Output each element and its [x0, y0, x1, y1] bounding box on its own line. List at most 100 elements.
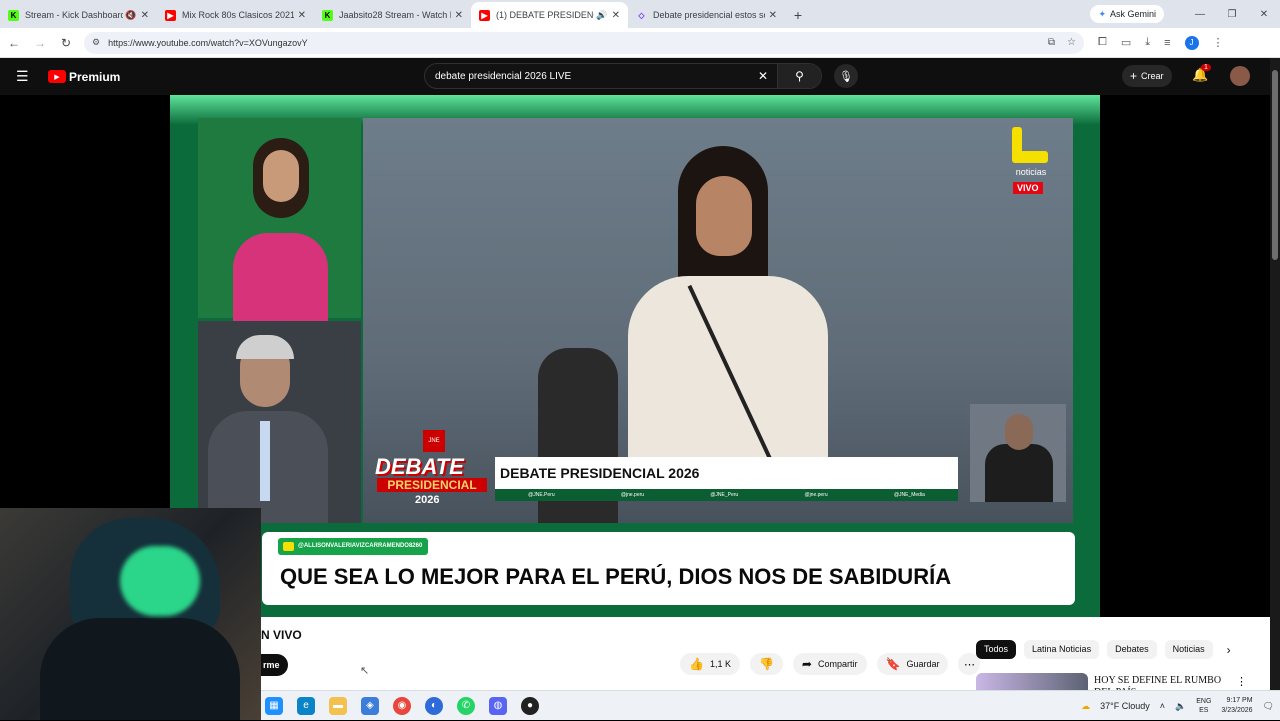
chip-all[interactable]: Todos	[976, 640, 1017, 659]
menu-kebab-icon[interactable]: ⋮	[1213, 36, 1224, 49]
speaker-icon[interactable]: 🔈	[1175, 701, 1186, 712]
create-button[interactable]: + Crear	[1122, 65, 1172, 87]
muted-speaker-icon[interactable]: 🔇	[125, 10, 136, 21]
close-tab-icon[interactable]: ✕	[769, 10, 777, 21]
debate-logo-line3: 2026	[415, 494, 440, 506]
debate-logo: JNE DEBATE PRESIDENCIAL 2026	[375, 428, 490, 508]
forward-arrow-icon[interactable]: →	[28, 31, 52, 55]
cast-icon[interactable]: ⧉	[1048, 37, 1055, 48]
profile-avatar[interactable]: J	[1184, 35, 1199, 50]
youtube-icon	[283, 542, 294, 551]
chevron-up-icon[interactable]: ˄	[1160, 701, 1165, 711]
browser-tab[interactable]: ▶ Mix Rock 80s Clasicos 2021 dj d ✕	[157, 2, 314, 28]
latina-noticias-logo: noticias VIVO	[1008, 127, 1054, 199]
ask-gemini-button[interactable]: ✦ Ask Gemini	[1090, 5, 1164, 23]
save-button[interactable]: 🔖 Guardar	[876, 653, 949, 675]
gemini-sparkle-icon: ✦	[1098, 8, 1106, 19]
close-tab-icon[interactable]: ✕	[141, 10, 149, 21]
language-indicator[interactable]: ENG ES	[1196, 697, 1211, 715]
new-tab-button[interactable]: +	[785, 2, 811, 28]
browser-tab-active[interactable]: ▶ (1) DEBATE PRESIDENCIAL 🔊 ✕	[471, 2, 628, 28]
dislike-button[interactable]: 👎	[749, 653, 783, 675]
chevron-right-icon[interactable]: ›	[1227, 643, 1231, 657]
search-icon: ⚲	[795, 69, 804, 83]
youtube-brand-label: Premium	[69, 69, 121, 84]
headphones	[120, 546, 200, 616]
social-handle: @JNE.Peru	[528, 492, 555, 498]
like-button[interactable]: 👍 1,1 K	[680, 653, 740, 675]
network-logo-text: noticias	[1015, 167, 1047, 177]
start-icon[interactable]: ▦	[265, 696, 283, 715]
extensions-icon[interactable]: ⧠	[1098, 36, 1107, 49]
close-tab-icon[interactable]: ✕	[455, 10, 463, 21]
browser-toolbar: ← → ↻ ⚙ https://www.youtube.com/watch?v=…	[0, 28, 1280, 58]
close-window-icon[interactable]: ✕	[1248, 0, 1280, 28]
page-scrollbar[interactable]	[1270, 58, 1280, 690]
youtube-favicon-icon: ▶	[165, 9, 176, 21]
debate-logo-line1: DEBATE	[375, 454, 464, 479]
tab-title: Mix Rock 80s Clasicos 2021 dj d	[182, 10, 294, 20]
notifications-button[interactable]: 🔔 1	[1192, 64, 1211, 83]
file-explorer-icon[interactable]: ▬	[329, 696, 347, 715]
close-tab-icon[interactable]: ✕	[612, 10, 620, 21]
notification-badge: 1	[1201, 64, 1211, 71]
bookmark-star-icon[interactable]: ☆	[1067, 37, 1076, 48]
video-title: N VIVO	[261, 628, 302, 642]
recommended-video[interactable]: HOY SE DEFINE EL RUMBO DEL PAÍS ⋮	[976, 673, 1266, 690]
more-vertical-icon[interactable]: ⋮	[1236, 675, 1247, 688]
browser-tab[interactable]: ◇ Debate presidencial estos son ✕	[628, 2, 785, 28]
recommended-thumbnail[interactable]	[976, 673, 1088, 690]
video-player[interactable]: noticias VIVO JNE DEBATE PRESIDENCIAL 20…	[170, 95, 1100, 617]
clock[interactable]: 9:17 PM 3/23/2026	[1221, 696, 1252, 716]
browser-tab[interactable]: K Jaabsito28 Stream - Watch Live ✕	[314, 2, 471, 28]
plus-icon: +	[1130, 69, 1138, 83]
social-handle: @jne.peru	[620, 492, 645, 498]
reading-list-icon[interactable]: ≡	[1164, 37, 1170, 49]
app-icon[interactable]: ◐	[425, 696, 443, 715]
anchor-feed-top	[198, 118, 361, 323]
hamburger-menu-icon[interactable]: ☰	[16, 68, 32, 85]
split-view-icon[interactable]: ▭	[1121, 36, 1131, 49]
back-arrow-icon[interactable]: ←	[2, 31, 26, 55]
weather-icon: ☁	[1081, 700, 1091, 711]
chrome-icon[interactable]: ◉	[393, 696, 411, 715]
save-label: Guardar	[906, 659, 940, 669]
share-button[interactable]: ➦ Compartir	[792, 653, 867, 675]
recommended-title[interactable]: HOY SE DEFINE EL RUMBO DEL PAÍS	[1094, 675, 1234, 690]
notification-center-icon[interactable]: 🗨	[1263, 701, 1274, 712]
chip-noticias[interactable]: Noticias	[1164, 640, 1213, 659]
obs-icon[interactable]: ●	[521, 696, 539, 715]
audio-playing-icon[interactable]: 🔊	[596, 10, 607, 21]
scrollbar-thumb[interactable]	[1272, 70, 1278, 260]
discord-icon[interactable]: ◍	[489, 696, 507, 715]
plus-icon: +	[793, 7, 803, 23]
window-controls: — ❐ ✕	[1184, 0, 1280, 28]
thumbs-down-icon: 👎	[758, 657, 774, 671]
edge-browser-icon[interactable]: e	[297, 696, 315, 715]
voice-search-button[interactable]: 🎙	[834, 64, 858, 88]
weather-text[interactable]: 37°F Cloudy	[1100, 701, 1150, 711]
store-icon[interactable]: ◈	[361, 696, 379, 715]
chip-latina-noticias[interactable]: Latina Noticias	[1024, 640, 1100, 659]
search-input[interactable]: debate presidencial 2026 LIVE	[425, 71, 749, 82]
chat-comment-overlay: @ALLISONVALERIAVIZCARRAMENDO8260 QUE SEA…	[262, 532, 1075, 605]
like-count: 1,1 K	[709, 659, 731, 669]
whatsapp-icon[interactable]: ✆	[457, 696, 475, 715]
chip-debates[interactable]: Debates	[1107, 640, 1157, 659]
kick-favicon-icon: K	[8, 9, 19, 21]
search-button[interactable]: ⚲	[777, 64, 821, 88]
youtube-logo[interactable]: ▶ Premium	[48, 70, 120, 84]
browser-tab[interactable]: K Stream - Kick Dashboard 🔇 ✕	[0, 2, 157, 28]
clear-search-icon[interactable]: ✕	[749, 69, 777, 83]
minimize-icon[interactable]: —	[1184, 0, 1216, 28]
close-tab-icon[interactable]: ✕	[298, 10, 306, 21]
site-info-icon[interactable]: ⚙	[92, 37, 100, 48]
watch-metadata: N VIVO rme ↖ 👍 1,1 K 👎 ➦ Compartir 🔖 Guarda…	[261, 617, 1270, 690]
address-bar[interactable]: ⚙ https://www.youtube.com/watch?v=XOVung…	[84, 31, 1084, 54]
streamer-webcam	[0, 508, 261, 720]
subscribe-button[interactable]: rme	[261, 654, 288, 676]
account-avatar[interactable]	[1230, 66, 1250, 86]
reload-icon[interactable]: ↻	[54, 31, 78, 55]
restore-icon[interactable]: ❐	[1216, 0, 1248, 28]
download-icon[interactable]: ⤓	[1145, 36, 1150, 49]
